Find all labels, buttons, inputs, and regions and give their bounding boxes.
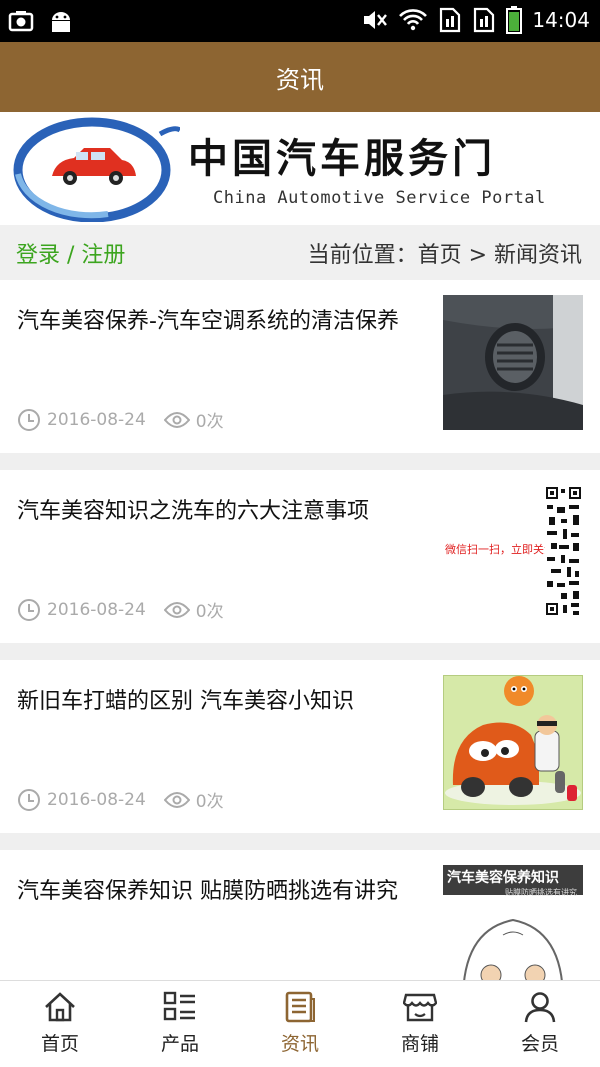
page-title: 资讯 [276,65,324,94]
document-icon [285,991,315,1023]
breadcrumb: 当前位置：首页 > 新闻资讯 [307,242,582,268]
clock: 14:04 [532,8,590,32]
news-thumbnail[interactable]: 微信扫一扫，立即关注 →→→ [443,485,583,620]
eye-icon [163,601,190,618]
news-title[interactable]: 汽车美容保养知识 贴膜防晒挑选有讲究 [17,876,417,907]
news-title[interactable]: 汽车美容保养-汽车空调系统的清洁保养 [17,306,417,337]
news-date: 2016-08-24 [47,409,146,430]
news-meta: 2016-08-24 0次 [17,407,224,432]
clock-icon [18,408,40,431]
login-register-link[interactable]: 登录 / 注册 [16,237,125,269]
news-title[interactable]: 新旧车打蜡的区别 汽车美容小知识 [17,686,417,717]
battery-icon [506,6,523,34]
qr-code [545,485,583,619]
tab-home-label: 首页 [40,1033,79,1055]
news-item[interactable]: 汽车美容保养-汽车空调系统的清洁保养 2016-08-24 0次 [0,280,600,453]
banner-english-title: China Automotive Service Portal [213,188,546,208]
car-logo-icon [13,117,180,222]
clock-icon [18,598,40,621]
news-item[interactable]: 新旧车打蜡的区别 汽车美容小知识 2016-08-24 0次 [0,660,600,833]
thumb-banner: 汽车美容保养知识 贴膜防晒挑选有讲究 [443,865,583,897]
screenshot-icon [8,11,34,32]
location-bar: 登录 / 注册 当前位置：首页 > 新闻资讯 [0,225,600,280]
news-thumbnail[interactable] [443,675,583,810]
thumb-heading: 汽车美容保养知识 [447,870,559,886]
tab-news-label: 资讯 [280,1033,319,1055]
thumb-caption: 微信扫一扫，立即关注 →→→ [445,543,545,556]
android-icon [52,12,70,32]
tab-member-label: 会员 [520,1033,559,1055]
sim-signal-icon [440,7,461,33]
store-icon [403,993,437,1022]
tab-products[interactable]: 产品 [120,981,240,1067]
home-icon [45,992,75,1022]
list-icon [163,991,195,1021]
news-views: 0次 [195,602,224,622]
news-title[interactable]: 汽车美容知识之洗车的六大注意事项 [17,496,417,527]
tab-stores[interactable]: 商铺 [360,981,480,1067]
tab-home[interactable]: 首页 [0,981,120,1067]
tab-stores-label: 商铺 [400,1033,439,1055]
news-views: 0次 [195,792,224,812]
banner-chinese-title: 中国汽车服务门 [188,135,496,182]
news-meta: 2016-08-24 0次 [17,787,224,812]
bottom-tab-bar: 首页 产品 资讯 商铺 会员 [0,980,600,1067]
wifi-icon [399,9,428,31]
tab-products-label: 产品 [160,1033,199,1055]
person-icon [524,992,556,1023]
clock-icon [18,788,40,811]
news-item[interactable]: 汽车美容知识之洗车的六大注意事项 2016-08-24 0次 微信扫一扫，立即关… [0,470,600,643]
news-meta: 2016-08-24 0次 [17,597,224,622]
eye-icon [163,791,190,808]
news-views: 0次 [195,412,224,432]
news-date: 2016-08-24 [47,599,146,620]
title-bar: 资讯 [0,42,600,112]
eye-icon [163,411,190,428]
tab-news[interactable]: 资讯 [240,981,360,1067]
mute-icon [364,11,388,29]
sim-signal-icon-2 [474,7,495,33]
news-thumbnail[interactable] [443,295,583,430]
news-date: 2016-08-24 [47,789,146,810]
site-banner: 中国汽车服务门 China Automotive Service Portal [0,112,600,225]
tab-member[interactable]: 会员 [480,981,600,1067]
status-bar: 14:04 [0,0,600,42]
